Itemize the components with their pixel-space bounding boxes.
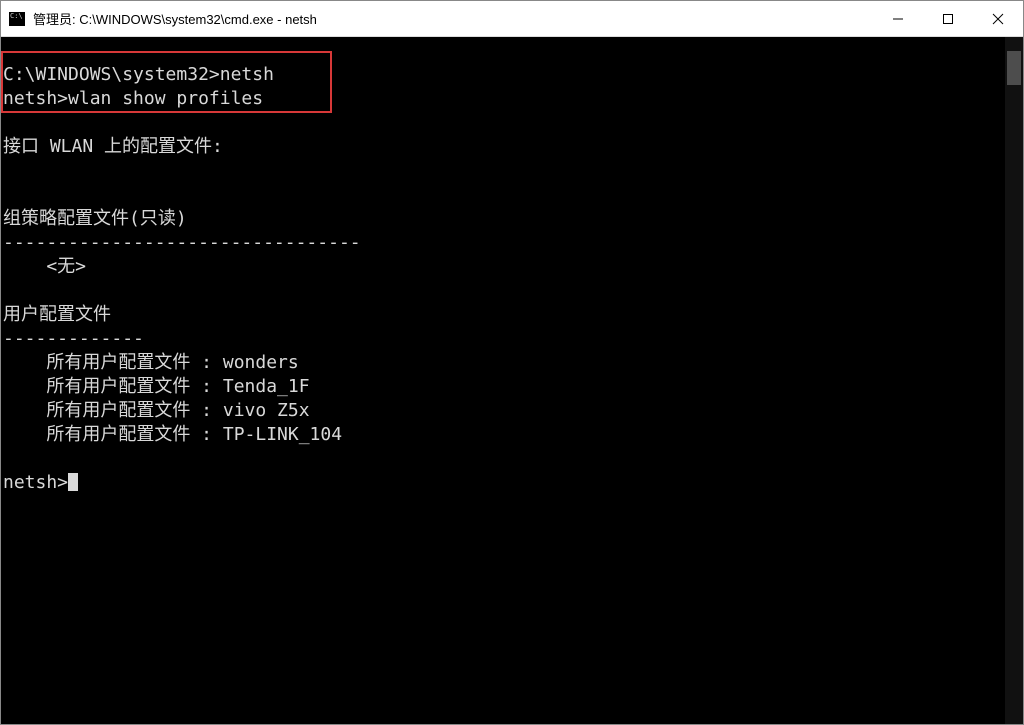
close-button[interactable] xyxy=(973,1,1023,37)
terminal-line xyxy=(3,183,1003,207)
terminal-line: ------------- xyxy=(3,327,1003,351)
cmd-icon xyxy=(9,12,25,26)
titlebar[interactable]: 管理员: C:\WINDOWS\system32\cmd.exe - netsh xyxy=(1,1,1023,37)
scrollbar-track[interactable] xyxy=(1005,37,1023,724)
terminal-line xyxy=(3,279,1003,303)
terminal-line: 组策略配置文件(只读) xyxy=(3,207,1003,231)
terminal-line: C:\WINDOWS\system32>netsh xyxy=(3,63,1003,87)
terminal-line xyxy=(3,159,1003,183)
window-controls xyxy=(873,1,1023,37)
terminal-line: 用户配置文件 xyxy=(3,303,1003,327)
terminal-line xyxy=(3,447,1003,471)
terminal-line xyxy=(3,39,1003,63)
terminal-line: 所有用户配置文件 : TP-LINK_104 xyxy=(3,423,1003,447)
terminal-line: <无> xyxy=(3,255,1003,279)
maximize-button[interactable] xyxy=(923,1,973,37)
cmd-window: 管理员: C:\WINDOWS\system32\cmd.exe - netsh… xyxy=(0,0,1024,725)
terminal-line: 所有用户配置文件 : wonders xyxy=(3,351,1003,375)
minimize-button[interactable] xyxy=(873,1,923,37)
terminal-line: --------------------------------- xyxy=(3,231,1003,255)
terminal-area[interactable]: C:\WINDOWS\system32>netshnetsh>wlan show… xyxy=(1,37,1023,724)
scrollbar-thumb[interactable] xyxy=(1007,51,1021,85)
terminal-line: netsh>wlan show profiles xyxy=(3,87,1003,111)
window-title: 管理员: C:\WINDOWS\system32\cmd.exe - netsh xyxy=(33,9,873,28)
terminal-prompt: netsh> xyxy=(3,472,68,493)
terminal-line: 所有用户配置文件 : Tenda_1F xyxy=(3,375,1003,399)
terminal-prompt-line[interactable]: netsh> xyxy=(3,471,1003,495)
terminal-line: 所有用户配置文件 : vivo Z5x xyxy=(3,399,1003,423)
terminal-line: 接口 WLAN 上的配置文件: xyxy=(3,135,1003,159)
cursor-icon xyxy=(68,473,78,491)
terminal-content[interactable]: C:\WINDOWS\system32>netshnetsh>wlan show… xyxy=(1,37,1005,724)
terminal-line xyxy=(3,111,1003,135)
